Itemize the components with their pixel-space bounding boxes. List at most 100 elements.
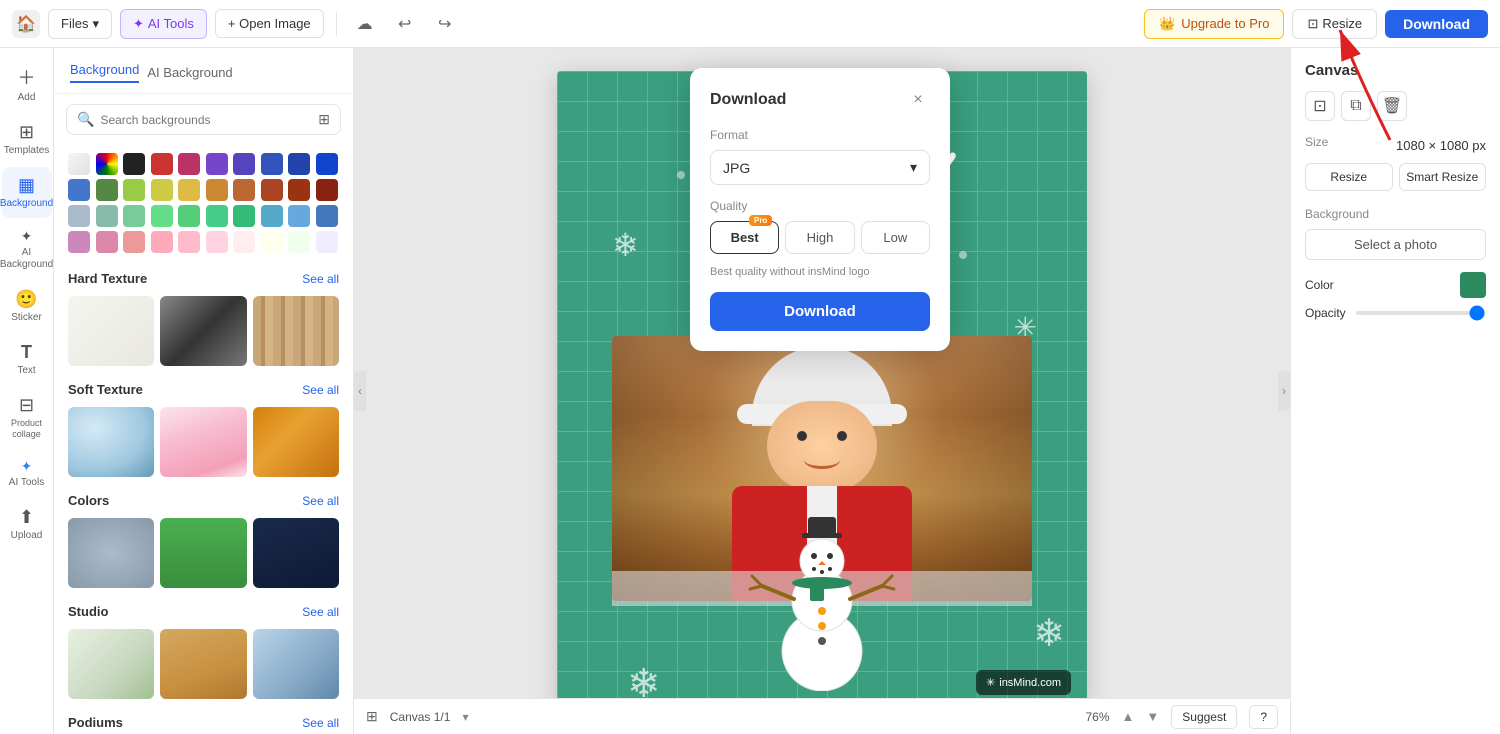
color-swatch[interactable] bbox=[178, 153, 200, 175]
resize-btn[interactable]: Resize bbox=[1305, 163, 1393, 191]
sidebar-item-sticker[interactable]: 🙂 Sticker bbox=[2, 281, 52, 332]
color-swatch[interactable] bbox=[316, 205, 338, 227]
sidebar-item-text[interactable]: T Text bbox=[2, 334, 52, 385]
color-swatch[interactable] bbox=[68, 231, 90, 253]
color-swatch[interactable] bbox=[96, 179, 118, 201]
canvas-info-chevron[interactable]: ▾ bbox=[462, 710, 468, 724]
tab-ai-background[interactable]: AI Background bbox=[147, 65, 232, 80]
zoom-up-icon[interactable]: ▲ bbox=[1122, 709, 1135, 724]
color-swatch[interactable] bbox=[261, 179, 283, 201]
modal-close-button[interactable]: × bbox=[906, 88, 930, 112]
color-swatch[interactable] bbox=[151, 153, 173, 175]
studio-see-all[interactable]: See all bbox=[302, 605, 339, 619]
sidebar-item-templates[interactable]: ⊞ Templates bbox=[2, 114, 52, 165]
texture-item[interactable] bbox=[160, 296, 246, 366]
color-swatch[interactable] bbox=[96, 205, 118, 227]
opacity-slider[interactable] bbox=[1356, 311, 1485, 315]
help-button[interactable]: ? bbox=[1249, 705, 1278, 729]
color-swatch[interactable] bbox=[288, 179, 310, 201]
search-input[interactable] bbox=[100, 113, 312, 127]
color-swatch[interactable] bbox=[151, 179, 173, 201]
color-swatch[interactable] bbox=[206, 153, 228, 175]
quality-btn-best[interactable]: Pro Best bbox=[710, 221, 779, 254]
ai-tools-button[interactable]: ✦ AI Tools bbox=[120, 9, 207, 39]
soft-texture-see-all[interactable]: See all bbox=[302, 383, 339, 397]
sidebar-item-ai-background[interactable]: ✦ AI Background bbox=[2, 220, 52, 279]
filter-icon[interactable]: ⊞ bbox=[318, 111, 330, 128]
color-swatch[interactable] bbox=[316, 153, 338, 175]
color-swatch[interactable] bbox=[206, 231, 228, 253]
resize-button[interactable]: ⊡ Resize bbox=[1292, 9, 1377, 39]
files-menu[interactable]: Files ▾ bbox=[48, 9, 112, 39]
color-swatch[interactable] bbox=[261, 231, 283, 253]
color-swatch[interactable] bbox=[68, 179, 90, 201]
quality-btn-high[interactable]: High bbox=[785, 221, 854, 254]
color-swatch[interactable] bbox=[178, 231, 200, 253]
color-swatch[interactable] bbox=[123, 153, 145, 175]
color-swatch[interactable] bbox=[96, 153, 118, 175]
upgrade-button[interactable]: 👑 Upgrade to Pro bbox=[1144, 9, 1284, 39]
color-swatch[interactable] bbox=[233, 205, 255, 227]
color-swatch[interactable] bbox=[96, 231, 118, 253]
tab-background[interactable]: Background bbox=[70, 62, 139, 83]
download-top-button[interactable]: Download bbox=[1385, 10, 1488, 38]
sidebar-item-add[interactable]: ＋ Add bbox=[2, 56, 52, 112]
color-swatch[interactable] bbox=[206, 179, 228, 201]
color-swatch[interactable] bbox=[316, 179, 338, 201]
redo-icon[interactable]: ↪ bbox=[429, 8, 461, 40]
color-swatch[interactable] bbox=[123, 231, 145, 253]
color-swatch[interactable] bbox=[233, 231, 255, 253]
color-swatch[interactable] bbox=[233, 179, 255, 201]
texture-item[interactable] bbox=[68, 407, 154, 477]
sidebar-item-ai-tools[interactable]: ✦ AI Tools bbox=[2, 450, 52, 497]
colors-see-all[interactable]: See all bbox=[302, 494, 339, 508]
color-swatch[interactable] bbox=[178, 179, 200, 201]
color-swatch[interactable] bbox=[123, 179, 145, 201]
color-swatch[interactable] bbox=[261, 205, 283, 227]
open-image-button[interactable]: + Open Image bbox=[215, 9, 324, 38]
home-icon[interactable]: 🏠 bbox=[12, 10, 40, 38]
color-swatch[interactable] bbox=[261, 153, 283, 175]
texture-item[interactable] bbox=[68, 296, 154, 366]
texture-item[interactable] bbox=[68, 629, 154, 699]
color-swatch[interactable] bbox=[178, 205, 200, 227]
suggest-button[interactable]: Suggest bbox=[1171, 705, 1237, 729]
sidebar-item-background[interactable]: ▦ Background bbox=[2, 167, 52, 218]
select-photo-button[interactable]: Select a photo bbox=[1305, 229, 1486, 260]
canvas-duplicate-icon[interactable]: ⧉ bbox=[1341, 91, 1371, 121]
color-swatch[interactable] bbox=[151, 205, 173, 227]
collapse-right-handle[interactable]: › bbox=[1278, 371, 1290, 411]
podiums-see-all[interactable]: See all bbox=[302, 716, 339, 730]
texture-item[interactable] bbox=[253, 407, 339, 477]
color-swatch[interactable] bbox=[233, 153, 255, 175]
color-swatch[interactable] bbox=[288, 231, 310, 253]
texture-item[interactable] bbox=[160, 518, 246, 588]
smart-resize-btn[interactable]: Smart Resize bbox=[1399, 163, 1487, 191]
download-modal-button[interactable]: Download bbox=[710, 292, 930, 331]
canvas-delete-icon[interactable]: 🗑 bbox=[1377, 91, 1407, 121]
canvas-copy-icon[interactable]: ⊡ bbox=[1305, 91, 1335, 121]
sidebar-item-product-collage[interactable]: ⊟ Product collage bbox=[2, 387, 52, 448]
format-select[interactable]: JPG ▾ bbox=[710, 150, 930, 185]
cloud-icon[interactable]: ☁ bbox=[349, 8, 381, 40]
color-swatch[interactable] bbox=[68, 153, 90, 175]
quality-btn-low[interactable]: Low bbox=[861, 221, 930, 254]
texture-item[interactable] bbox=[160, 629, 246, 699]
texture-item[interactable] bbox=[253, 296, 339, 366]
color-swatch[interactable] bbox=[123, 205, 145, 227]
sidebar-item-upload[interactable]: ⬆ Upload bbox=[2, 499, 52, 550]
color-swatch[interactable] bbox=[68, 205, 90, 227]
texture-item[interactable] bbox=[160, 407, 246, 477]
texture-item[interactable] bbox=[253, 518, 339, 588]
color-swatch[interactable] bbox=[316, 231, 338, 253]
color-swatch[interactable] bbox=[206, 205, 228, 227]
hard-texture-see-all[interactable]: See all bbox=[302, 272, 339, 286]
collapse-left-handle[interactable]: ‹ bbox=[354, 371, 366, 411]
color-swatch[interactable] bbox=[288, 153, 310, 175]
color-swatch[interactable] bbox=[288, 205, 310, 227]
color-swatch[interactable] bbox=[151, 231, 173, 253]
zoom-down-icon[interactable]: ▼ bbox=[1146, 709, 1159, 724]
texture-item[interactable] bbox=[68, 518, 154, 588]
texture-item[interactable] bbox=[253, 629, 339, 699]
undo-icon[interactable]: ↩ bbox=[389, 8, 421, 40]
